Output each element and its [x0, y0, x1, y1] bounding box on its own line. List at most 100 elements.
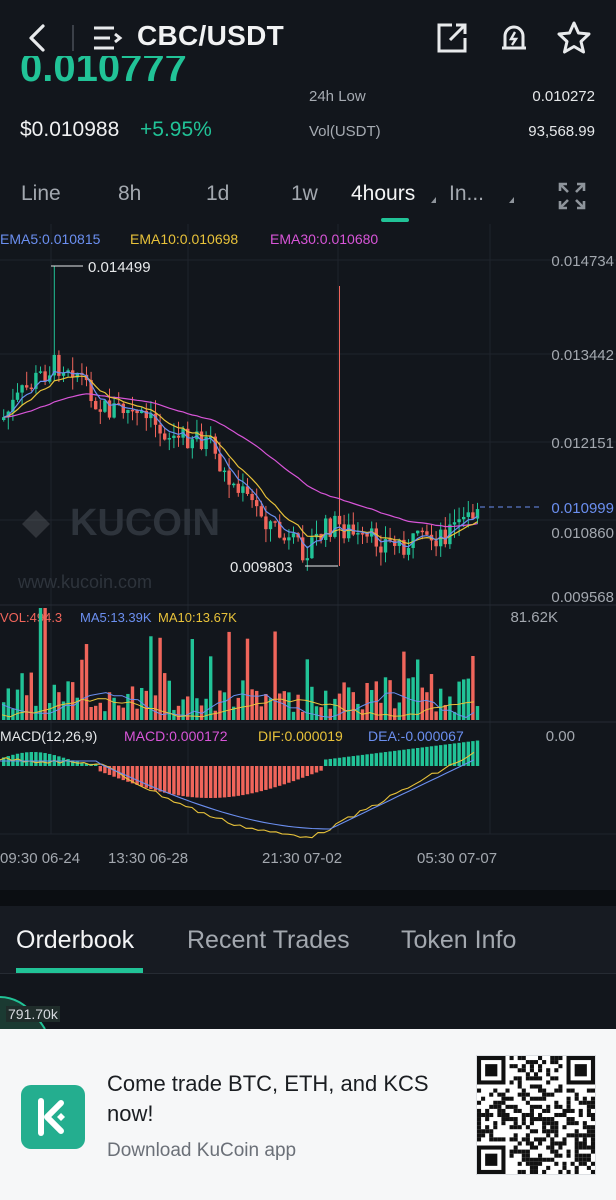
macd-bar: [48, 753, 52, 766]
pair-title[interactable]: CBC/USDT: [137, 20, 284, 52]
candle: [264, 516, 268, 530]
time-tick: 05:30 07-07: [417, 850, 497, 867]
volume-bar: [434, 711, 438, 720]
watermark-text: KUCOIN: [70, 502, 220, 544]
macd-bar: [310, 766, 314, 775]
tab-orderbook[interactable]: Orderbook: [16, 926, 134, 955]
candle: [255, 500, 259, 507]
macd-bar: [20, 752, 24, 766]
volume-bar: [333, 698, 337, 720]
kucoin-logo-icon: [21, 1085, 85, 1149]
interval-tab-8h[interactable]: 8h: [118, 182, 141, 206]
volume-bar: [397, 702, 401, 720]
interval-tab-1d[interactable]: 1d: [206, 182, 229, 206]
macd-bar: [351, 756, 355, 766]
macd-bar: [365, 754, 369, 766]
vol-ma5-label: MA5:13.39K: [80, 610, 152, 625]
candle: [287, 537, 291, 541]
volume-bar: [443, 704, 447, 720]
menu-icon[interactable]: [88, 18, 128, 58]
candle: [98, 409, 102, 412]
price-tick: 0.014734: [551, 253, 614, 270]
share-icon[interactable]: [432, 18, 472, 58]
volume-bar: [379, 702, 383, 720]
macd-bar: [301, 766, 305, 778]
candle: [241, 486, 245, 493]
price-change: +5.95%: [140, 118, 212, 141]
candle: [347, 524, 351, 539]
macd-bar: [245, 766, 250, 795]
kline-chart[interactable]: KUCOIN www.kucoin.com EMA5:0.010815 EMA1…: [0, 224, 616, 890]
volume-bar: [411, 677, 415, 720]
divider: [72, 25, 74, 51]
macd-bar: [222, 766, 227, 798]
market-tabs: Orderbook Recent Trades Token Info: [0, 906, 616, 974]
volume-bar: [181, 699, 185, 720]
candle: [462, 516, 466, 520]
volume-bar: [209, 656, 213, 720]
macd-bar: [25, 752, 29, 766]
favorite-star-icon[interactable]: [554, 18, 594, 58]
ema30-label: EMA30:0.010680: [270, 231, 378, 247]
volume-bar: [471, 655, 475, 720]
candle: [232, 483, 236, 486]
volume-bar: [52, 684, 56, 720]
macd-bar: [374, 753, 378, 766]
candle: [305, 558, 309, 561]
volume-bar: [241, 680, 245, 720]
macd-bar: [420, 747, 424, 766]
interval-tab-1w[interactable]: 1w: [291, 182, 318, 206]
macd-bar: [121, 766, 125, 781]
promo-banner[interactable]: Come trade BTC, ETH, and KCS now! Downlo…: [0, 1029, 616, 1200]
price-alert-icon[interactable]: [494, 18, 534, 58]
price-tick: 0.013442: [551, 347, 614, 364]
interval-tab-line[interactable]: Line: [21, 182, 61, 206]
volume-bar: [291, 711, 296, 720]
indicator-tab[interactable]: In...: [449, 182, 484, 206]
active-tab-indicator: [381, 218, 409, 222]
promo-text: Come trade BTC, ETH, and KCS now!: [107, 1071, 429, 1126]
vol-max-label: 81.62K: [510, 609, 558, 626]
back-icon[interactable]: [18, 18, 58, 58]
candle: [94, 401, 98, 410]
macd-bar: [34, 752, 38, 766]
candle: [333, 515, 337, 537]
time-tick: 13:30 06-28: [108, 850, 188, 867]
volume-bar: [163, 673, 167, 720]
candle: [218, 453, 222, 472]
macd-bar: [172, 766, 176, 795]
fullscreen-icon[interactable]: [556, 180, 588, 212]
macd-bar: [429, 746, 434, 766]
volume-bar: [48, 703, 52, 720]
volume-bar: [448, 696, 452, 720]
dropdown-triangle-icon: [509, 197, 514, 203]
tab-token-info[interactable]: Token Info: [401, 926, 516, 955]
macd-bar: [425, 746, 429, 766]
macd-bar: [255, 766, 259, 793]
candle: [291, 533, 296, 538]
macd-bar: [443, 744, 447, 766]
interval-tab-4hours[interactable]: 4hours: [351, 182, 415, 206]
macd-bar: [43, 753, 47, 766]
tab-recent-trades[interactable]: Recent Trades: [187, 926, 350, 955]
ema5-label: EMA5:0.010815: [0, 231, 101, 247]
macd-bar: [305, 766, 309, 777]
candle: [130, 409, 135, 412]
candle: [443, 529, 447, 545]
macd-bar: [402, 749, 406, 766]
volume-bar: [402, 651, 406, 720]
volume-bar: [80, 659, 84, 720]
volume-bar: [383, 677, 388, 720]
macd-bar: [278, 766, 282, 786]
volume-bar: [475, 706, 480, 720]
macd-bar: [448, 743, 452, 766]
macd-bar: [393, 750, 397, 766]
macd-bar: [273, 766, 277, 788]
candle: [425, 531, 429, 535]
volume-bar: [429, 674, 434, 720]
macd-dif-label: DIF:0.000019: [258, 728, 343, 744]
macd-bar: [291, 766, 296, 782]
candle: [360, 533, 365, 535]
volume-bar: [6, 688, 10, 720]
volume-bar: [264, 694, 268, 720]
